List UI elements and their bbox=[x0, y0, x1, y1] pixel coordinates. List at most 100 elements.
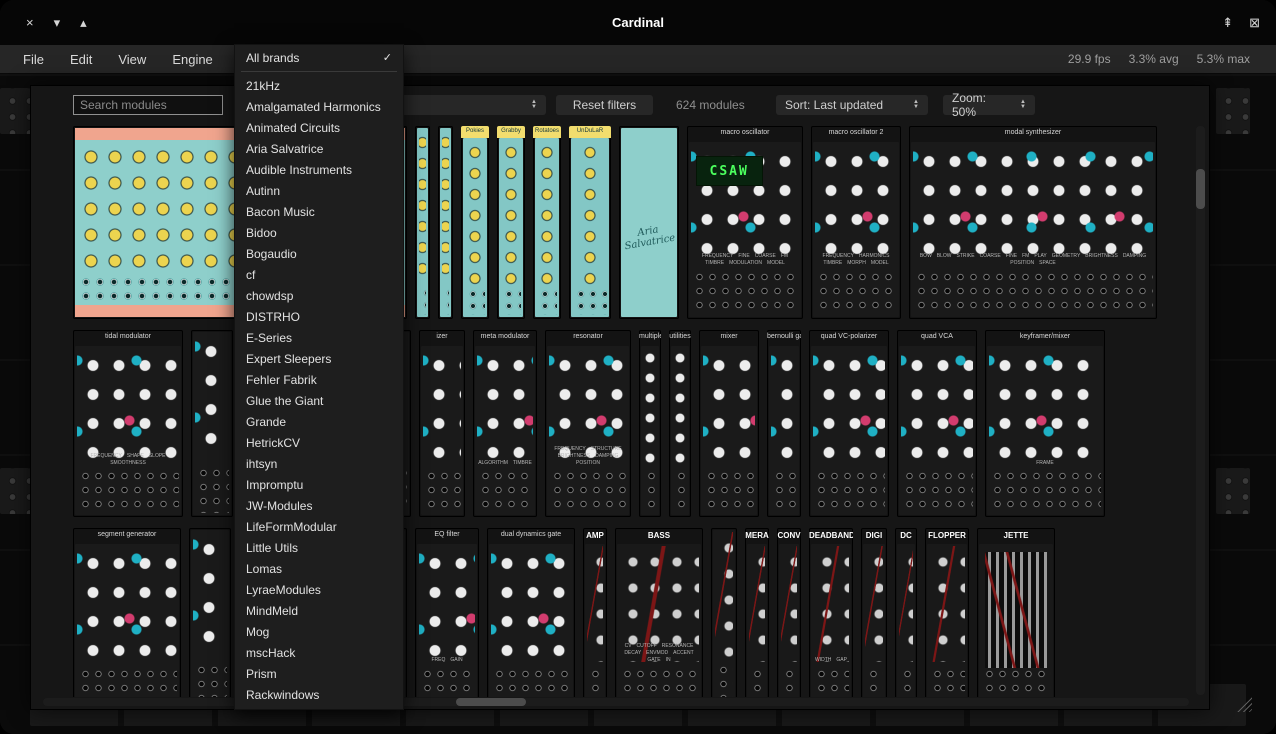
module-tile[interactable]: bernoulli gate bbox=[767, 330, 801, 517]
module-tile[interactable]: quad VC-polarizer bbox=[809, 330, 889, 517]
module-tile[interactable]: CONV bbox=[777, 528, 801, 697]
module-tile[interactable]: Rotatoes bbox=[533, 126, 561, 319]
brand-menu-item[interactable]: JW-Modules bbox=[235, 495, 403, 516]
brand-menu-item[interactable]: Bacon Music bbox=[235, 201, 403, 222]
brand-menu-item[interactable]: Aria Salvatrice bbox=[235, 138, 403, 159]
brand-menu-item[interactable]: 21kHz bbox=[235, 75, 403, 96]
brand-menu-item-label: Autinn bbox=[246, 184, 280, 198]
module-tile[interactable]: macro oscillator 2FREQUENCYHARMONICSTIMB… bbox=[811, 126, 901, 319]
module-tile[interactable]: DEADBANDWIDTHGAP bbox=[809, 528, 853, 697]
brand-menu-item[interactable]: Expert Sleepers bbox=[235, 348, 403, 369]
brand-menu-item[interactable]: Bogaudio bbox=[235, 243, 403, 264]
module-tile[interactable]: MERA bbox=[745, 528, 769, 697]
module-title: EQ filter bbox=[415, 528, 479, 542]
module-tile[interactable]: macro oscillatorCSAWFREQUENCYFINECOARSEF… bbox=[687, 126, 803, 319]
module-label: POSITION bbox=[576, 460, 600, 466]
sort-dropdown[interactable]: Sort: Last updated ▲▼ bbox=[776, 95, 928, 115]
brand-menu-item[interactable]: Glue the Giant bbox=[235, 390, 403, 411]
brand-menu-item[interactable]: E-Series bbox=[235, 327, 403, 348]
module-tile[interactable]: quad VCA bbox=[897, 330, 977, 517]
vertical-scrollbar-thumb[interactable] bbox=[1196, 169, 1205, 209]
module-tile[interactable]: UnDuLaR bbox=[569, 126, 611, 319]
brand-menu-item[interactable]: cf bbox=[235, 264, 403, 285]
brand-menu-item[interactable]: All brands✓ bbox=[235, 47, 403, 68]
search-input[interactable] bbox=[73, 95, 223, 115]
module-tile[interactable]: segment generator bbox=[73, 528, 181, 697]
keep-above-icon[interactable]: ⇞ bbox=[1222, 16, 1233, 29]
knob-area bbox=[587, 546, 603, 662]
menu-engine[interactable]: Engine bbox=[159, 52, 225, 67]
module-title: dual dynamics gate bbox=[487, 528, 575, 542]
jack-strip bbox=[865, 665, 883, 697]
reset-filters-button[interactable]: Reset filters bbox=[556, 95, 653, 115]
module-tile[interactable]: Pokies bbox=[461, 126, 489, 319]
menu-file[interactable]: File bbox=[10, 52, 57, 67]
horizontal-scrollbar[interactable] bbox=[43, 698, 1189, 706]
module-tile[interactable]: DC bbox=[895, 528, 917, 697]
horizontal-scrollbar-thumb[interactable] bbox=[456, 698, 526, 706]
module-panel: FREQGAIN bbox=[417, 544, 477, 697]
brand-menu-item[interactable]: Amalgamated Harmonics bbox=[235, 96, 403, 117]
brand-menu-item[interactable]: MindMeld bbox=[235, 600, 403, 621]
module-tile[interactable]: keyframer/mixerFRAME bbox=[985, 330, 1105, 517]
module-tile[interactable]: mixer bbox=[699, 330, 759, 517]
brand-menu-item-label: Bogaudio bbox=[246, 247, 297, 261]
brand-menu-item[interactable]: LyraeModules bbox=[235, 579, 403, 600]
module-tile[interactable]: tidal modulatorFREQUENCYSHAPESLOPESMOOTH… bbox=[73, 330, 183, 517]
knob-area bbox=[929, 546, 965, 662]
zoom-dropdown[interactable]: Zoom: 50% ▲▼ bbox=[943, 95, 1035, 115]
module-tile[interactable]: izer bbox=[419, 330, 465, 517]
module-tile[interactable]: JETTE bbox=[977, 528, 1055, 697]
module-tile[interactable]: resonatorFREQUENCYSTRUCTUREBRIGHTNESSDAM… bbox=[545, 330, 631, 517]
module-tile[interactable]: modal synthesizerBOWBLOWSTRIKECOARSEFINE… bbox=[909, 126, 1157, 319]
brand-menu-item[interactable]: LifeFormModular bbox=[235, 516, 403, 537]
module-tile[interactable]: BASSCVCUTOFFRESONANCEDECAYENVMODACCENTGA… bbox=[615, 528, 703, 697]
menu-edit[interactable]: Edit bbox=[57, 52, 105, 67]
menu-view[interactable]: View bbox=[105, 52, 159, 67]
module-tile[interactable]: multiples bbox=[639, 330, 661, 517]
module-tile[interactable]: meta modulatorALGORITHMTIMBRE bbox=[473, 330, 537, 517]
module-tile[interactable] bbox=[438, 126, 453, 319]
brand-menu-item[interactable]: Autinn bbox=[235, 180, 403, 201]
knob-area bbox=[537, 142, 557, 285]
module-tile[interactable] bbox=[189, 528, 231, 697]
jack-strip bbox=[442, 285, 449, 315]
brand-menu-item[interactable]: Prism bbox=[235, 663, 403, 684]
brand-menu-item[interactable]: Little Utils bbox=[235, 537, 403, 558]
module-tile[interactable]: FLOPPER bbox=[925, 528, 969, 697]
brand-menu-item[interactable]: Mog bbox=[235, 621, 403, 642]
close-box-icon[interactable]: ⊠ bbox=[1249, 16, 1260, 29]
brand-menu-item[interactable]: DISTRHO bbox=[235, 306, 403, 327]
vertical-scrollbar[interactable] bbox=[1196, 126, 1205, 695]
module-tile[interactable] bbox=[415, 126, 430, 319]
chevron-up-icon[interactable]: ▴ bbox=[80, 16, 87, 29]
brand-menu-item[interactable]: chowdsp bbox=[235, 285, 403, 306]
brand-menu-item[interactable]: Animated Circuits bbox=[235, 117, 403, 138]
brand-menu-item[interactable]: Impromptu bbox=[235, 474, 403, 495]
brand-menu-item[interactable]: Lomas bbox=[235, 558, 403, 579]
module-title: macro oscillator bbox=[687, 126, 803, 140]
module-tile[interactable]: EQ filter FREQGAIN bbox=[415, 528, 479, 697]
chevron-down-icon[interactable]: ▾ bbox=[54, 16, 61, 29]
brand-menu-item[interactable]: mscHack bbox=[235, 642, 403, 663]
module-tile[interactable]: Aria Salvatrice bbox=[619, 126, 679, 319]
module-title: Pokies bbox=[461, 126, 489, 138]
brand-menu-item[interactable]: Audible Instruments bbox=[235, 159, 403, 180]
module-tile[interactable]: utilities bbox=[669, 330, 691, 517]
brand-menu-item[interactable]: Fehler Fabrik bbox=[235, 369, 403, 390]
module-tile[interactable] bbox=[191, 330, 233, 517]
module-tile[interactable]: DIGI bbox=[861, 528, 887, 697]
module-tile[interactable]: dual dynamics gate bbox=[487, 528, 575, 697]
module-tile[interactable]: Grabby bbox=[497, 126, 525, 319]
brand-menu-item[interactable]: Rackwindows bbox=[235, 684, 403, 705]
menubar: FileEditViewEngineHelp 29.9 fps3.3% avg5… bbox=[0, 45, 1276, 74]
module-tile[interactable] bbox=[711, 528, 737, 697]
close-icon[interactable]: × bbox=[26, 16, 34, 29]
brand-menu-item[interactable]: HetrickCV bbox=[235, 432, 403, 453]
brand-menu-item[interactable]: ihtsyn bbox=[235, 453, 403, 474]
module-title: DEADBAND bbox=[809, 528, 853, 542]
brand-menu-item[interactable]: Grande bbox=[235, 411, 403, 432]
brand-menu-item[interactable]: Bidoo bbox=[235, 222, 403, 243]
module-panel bbox=[713, 530, 735, 697]
module-tile[interactable]: AMP bbox=[583, 528, 607, 697]
